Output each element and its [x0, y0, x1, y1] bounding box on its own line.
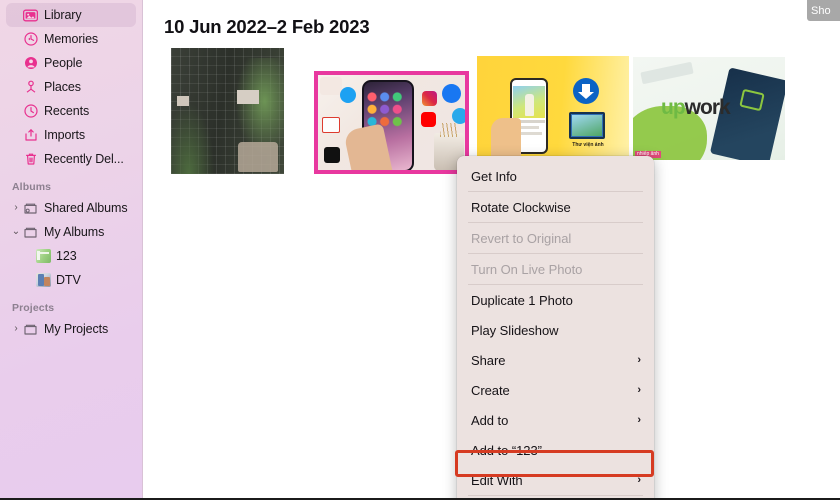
chevron-down-icon[interactable]: ⌄ — [11, 227, 21, 237]
photos-app-window: Library Memories People Places Recents I… — [0, 0, 840, 500]
menu-item-label: Get Info — [471, 168, 517, 184]
sidebar: Library Memories People Places Recents I… — [0, 0, 143, 498]
menu-item-edit-with[interactable]: Edit With › — [457, 465, 654, 495]
clock-icon — [23, 104, 38, 119]
chevron-right-icon: › — [637, 413, 641, 426]
sidebar-item-label: My Projects — [44, 322, 109, 336]
sidebar-item-label: Shared Albums — [44, 201, 128, 215]
sidebar-item-label: Imports — [44, 128, 85, 142]
chevron-right-icon: › — [637, 383, 641, 396]
trash-icon — [23, 152, 38, 167]
chevron-right-icon: › — [637, 473, 641, 486]
menu-item-label: Share — [471, 352, 506, 368]
sidebar-item-label: Recently Del... — [44, 152, 124, 166]
memories-icon — [23, 32, 38, 47]
sidebar-item-label: Recents — [44, 104, 90, 118]
album-thumb-dtv — [36, 273, 51, 288]
sidebar-item-places[interactable]: Places — [6, 75, 136, 99]
sidebar-item-memories[interactable]: Memories — [6, 27, 136, 51]
menu-item-label: Edit With — [471, 472, 523, 488]
album-folder-icon — [23, 225, 38, 240]
sidebar-item-imports[interactable]: Imports — [6, 123, 136, 147]
photo-context-menu: Get Info Rotate Clockwise Revert to Orig… — [457, 156, 654, 498]
photo-upwork-logo[interactable]: upwork nhiếp ảnh — [633, 57, 785, 160]
chevron-right-icon[interactable]: › — [11, 324, 21, 334]
menu-item-hide-1-photo[interactable]: Hide 1 Photo — [457, 496, 654, 498]
album-folder-icon — [23, 322, 38, 337]
menu-item-turn-on-live-photo: Turn On Live Photo — [457, 254, 654, 284]
menu-item-add-to-123[interactable]: Add to “123” — [457, 435, 654, 465]
menu-item-label: Duplicate 1 Photo — [471, 292, 573, 308]
sidebar-section-header-projects: Projects — [12, 302, 55, 314]
menu-item-label: Add to “123” — [471, 442, 542, 458]
menu-item-create[interactable]: Create › — [457, 375, 654, 405]
sidebar-item-album-123[interactable]: 123 — [6, 244, 136, 268]
places-pin-icon — [23, 80, 38, 95]
photo-social-media-phone[interactable] — [314, 71, 469, 174]
menu-item-label: Rotate Clockwise — [471, 199, 571, 215]
sidebar-item-my-projects[interactable]: › My Projects — [6, 317, 136, 341]
sidebar-item-label: 123 — [56, 249, 77, 263]
sidebar-item-label: My Albums — [44, 225, 105, 239]
sidebar-item-recently-deleted[interactable]: Recently Del... — [6, 147, 136, 171]
sidebar-item-recents[interactable]: Recents — [6, 99, 136, 123]
sidebar-item-library[interactable]: Library — [6, 3, 136, 27]
menu-item-label: Create — [471, 382, 510, 398]
sidebar-item-label: DTV — [56, 273, 81, 287]
chevron-right-icon[interactable]: › — [11, 203, 21, 213]
share-toolbar-button[interactable]: Sho — [807, 0, 840, 21]
menu-item-rotate-clockwise[interactable]: Rotate Clockwise — [457, 192, 654, 222]
menu-item-revert-to-original: Revert to Original — [457, 223, 654, 253]
sidebar-item-label: Library — [44, 8, 82, 22]
photo-yellow-thu-vien-anh[interactable]: Thư viện ảnh — [477, 56, 629, 161]
menu-item-label: Turn On Live Photo — [471, 261, 583, 277]
sidebar-item-album-dtv[interactable]: DTV — [6, 268, 136, 292]
menu-item-label: Add to — [471, 412, 509, 428]
chevron-right-icon: › — [637, 353, 641, 366]
menu-item-add-to[interactable]: Add to › — [457, 405, 654, 435]
menu-item-share[interactable]: Share › — [457, 345, 654, 375]
menu-item-play-slideshow[interactable]: Play Slideshow — [457, 315, 654, 345]
sidebar-item-label: Places — [44, 80, 81, 94]
menu-item-label: Play Slideshow — [471, 322, 559, 338]
sidebar-item-people[interactable]: People — [6, 51, 136, 75]
shared-album-icon — [23, 201, 38, 216]
import-tray-icon — [23, 128, 38, 143]
menu-item-label: Revert to Original — [471, 230, 572, 246]
album-thumb-123 — [36, 249, 51, 264]
menu-item-duplicate-1-photo[interactable]: Duplicate 1 Photo — [457, 285, 654, 315]
sidebar-section-header-albums: Albums — [12, 181, 52, 193]
menu-item-get-info[interactable]: Get Info — [457, 161, 654, 191]
photo-dark-trellis-plants[interactable] — [171, 48, 284, 174]
people-icon — [23, 56, 38, 71]
page-title: 10 Jun 2022–2 Feb 2023 — [164, 16, 370, 37]
sidebar-item-label: People — [44, 56, 83, 70]
sidebar-item-shared-albums[interactable]: › Shared Albums — [6, 196, 136, 220]
sidebar-item-my-albums[interactable]: ⌄ My Albums — [6, 220, 136, 244]
sidebar-item-label: Memories — [44, 32, 99, 46]
photos-library-icon — [23, 8, 38, 23]
